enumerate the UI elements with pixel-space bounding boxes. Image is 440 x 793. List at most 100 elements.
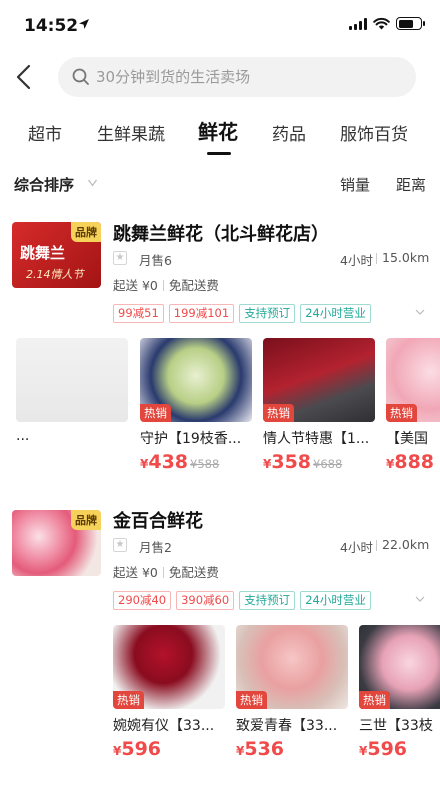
- product-image: 热销: [236, 625, 348, 709]
- monthly-sales: 月售6: [139, 253, 172, 268]
- price-value: 536: [244, 738, 285, 760]
- shop-name: 金百合鲜花: [113, 511, 203, 532]
- hot-sale-badge: 热销: [113, 691, 144, 709]
- tab-fresh-produce[interactable]: 生鲜果蔬: [97, 120, 165, 145]
- tab-apparel-goods[interactable]: 服饰百货: [340, 120, 408, 145]
- product-image: 热销: [263, 338, 375, 422]
- sort-by-distance[interactable]: 距离: [396, 174, 426, 195]
- product-name: 致爱青春【33...: [236, 718, 338, 734]
- monthly-sales: 月售2: [139, 540, 172, 555]
- expand-tags-icon[interactable]: [415, 308, 425, 316]
- product-strip: ... 热销 守护【19枝香... ¥438 ¥588 热销 情人节特惠【1...…: [0, 338, 440, 478]
- price-value: 596: [367, 738, 408, 760]
- service-tag: 24小时营业: [300, 304, 371, 323]
- delivery-time: 4小时: [340, 540, 373, 555]
- search-icon: [72, 68, 89, 85]
- delivery-fee: 免配送费: [168, 278, 219, 293]
- product-image: 热销: [359, 625, 440, 709]
- tab-pharmacy[interactable]: 药品: [272, 120, 306, 145]
- product-card[interactable]: 热销 守护【19枝香... ¥438 ¥588: [140, 338, 252, 473]
- star-icon: ★: [113, 251, 127, 265]
- hot-sale-badge: 热销: [236, 691, 267, 709]
- product-card[interactable]: 热销 婉婉有仪【33... ¥596: [113, 625, 225, 760]
- back-icon[interactable]: [12, 62, 38, 92]
- sort-by-sales[interactable]: 销量: [340, 174, 370, 195]
- expand-tags-icon[interactable]: [415, 595, 425, 603]
- wifi-icon: [373, 17, 390, 30]
- hot-sale-badge: 热销: [386, 404, 417, 422]
- price-value: 888: [394, 451, 435, 473]
- product-price: ¥596: [359, 738, 440, 760]
- product-card[interactable]: ...: [16, 338, 128, 444]
- price-value: 358: [271, 451, 312, 473]
- shop-distance: 15.0km: [382, 250, 430, 265]
- product-price: ¥596: [113, 738, 225, 760]
- product-image: 热销: [386, 338, 440, 422]
- shop-logo: 跳舞兰 2.14情人节 品牌: [12, 222, 101, 288]
- product-image: 热销: [113, 625, 225, 709]
- original-price: ¥588: [190, 457, 220, 471]
- product-price: ¥888: [386, 451, 440, 473]
- shop-logo: 品牌: [12, 510, 101, 576]
- product-name: 婉婉有仪【33...: [113, 718, 215, 734]
- search-bar[interactable]: [58, 57, 416, 97]
- product-name: ...: [16, 428, 30, 444]
- product-card[interactable]: 热销 三世【33枝 ¥596: [359, 625, 440, 760]
- product-price: ¥438 ¥588: [140, 451, 252, 473]
- shop-distance: 22.0km: [382, 537, 430, 552]
- delivery-time: 4小时: [340, 253, 373, 268]
- price-value: 596: [121, 738, 162, 760]
- delivery-info: 起送 ¥0 免配送费: [113, 562, 219, 581]
- service-tag: 支持预订: [239, 591, 296, 610]
- status-bar: 14:52: [0, 0, 440, 48]
- product-name: 守护【19枝香...: [140, 431, 242, 447]
- active-tab-indicator: [207, 152, 231, 155]
- promo-tags: 99减51 199减101 支持预订 24小时营业: [113, 304, 371, 323]
- sort-bar: 综合排序 销量 距离: [0, 170, 440, 200]
- location-arrow-icon: [79, 19, 89, 29]
- product-name: 情人节特惠【1...: [263, 431, 370, 447]
- status-indicators: [349, 17, 425, 30]
- tab-supermarket[interactable]: 超市: [28, 120, 62, 145]
- product-image: [16, 338, 128, 422]
- discount-tag: 290减40: [113, 591, 172, 610]
- sort-comprehensive[interactable]: 综合排序: [14, 174, 74, 195]
- product-card[interactable]: 热销 情人节特惠【1... ¥358 ¥688: [263, 338, 375, 473]
- product-card[interactable]: 热销 致爱青春【33... ¥536: [236, 625, 348, 760]
- category-tabs: 超市 生鲜果蔬 鲜花 药品 服饰百货: [0, 112, 440, 155]
- min-order: 起送 ¥0: [113, 565, 158, 580]
- product-card[interactable]: 热销 【美国 ¥888: [386, 338, 440, 473]
- hot-sale-badge: 热销: [263, 404, 294, 422]
- delivery-info: 起送 ¥0 免配送费: [113, 275, 219, 294]
- divider: [376, 540, 377, 551]
- product-price: ¥358 ¥688: [263, 451, 375, 473]
- battery-icon: [396, 17, 425, 30]
- tab-flowers[interactable]: 鲜花: [198, 116, 238, 145]
- product-name: 三世【33枝: [359, 718, 433, 734]
- hot-sale-badge: 热销: [359, 691, 390, 709]
- search-input[interactable]: [96, 68, 396, 86]
- product-price: ¥536: [236, 738, 348, 760]
- caret-down-icon: [88, 179, 97, 187]
- product-name: 【美国: [386, 431, 428, 447]
- discount-tag: 390减60: [176, 591, 235, 610]
- cellular-signal-icon: [349, 17, 367, 30]
- star-icon: ★: [113, 538, 127, 552]
- discount-tag: 99减51: [113, 304, 164, 323]
- price-value: 438: [148, 451, 189, 473]
- logo-text: 跳舞兰: [20, 244, 66, 262]
- divider: [376, 253, 377, 264]
- delivery-fee: 免配送费: [168, 565, 219, 580]
- logo-subtext: 2.14情人节: [26, 268, 84, 281]
- min-order: 起送 ¥0: [113, 278, 158, 293]
- original-price: ¥688: [313, 457, 343, 471]
- service-tag: 支持预订: [239, 304, 296, 323]
- status-time: 14:52: [24, 16, 79, 36]
- hot-sale-badge: 热销: [140, 404, 171, 422]
- product-image: 热销: [140, 338, 252, 422]
- discount-tag: 199减101: [168, 304, 235, 323]
- promo-tags: 290减40 390减60 支持预订 24小时营业: [113, 591, 371, 610]
- brand-badge: 品牌: [71, 510, 101, 530]
- service-tag: 24小时营业: [300, 591, 371, 610]
- product-strip: 热销 婉婉有仪【33... ¥596 热销 致爱青春【33... ¥536 热销…: [0, 625, 440, 765]
